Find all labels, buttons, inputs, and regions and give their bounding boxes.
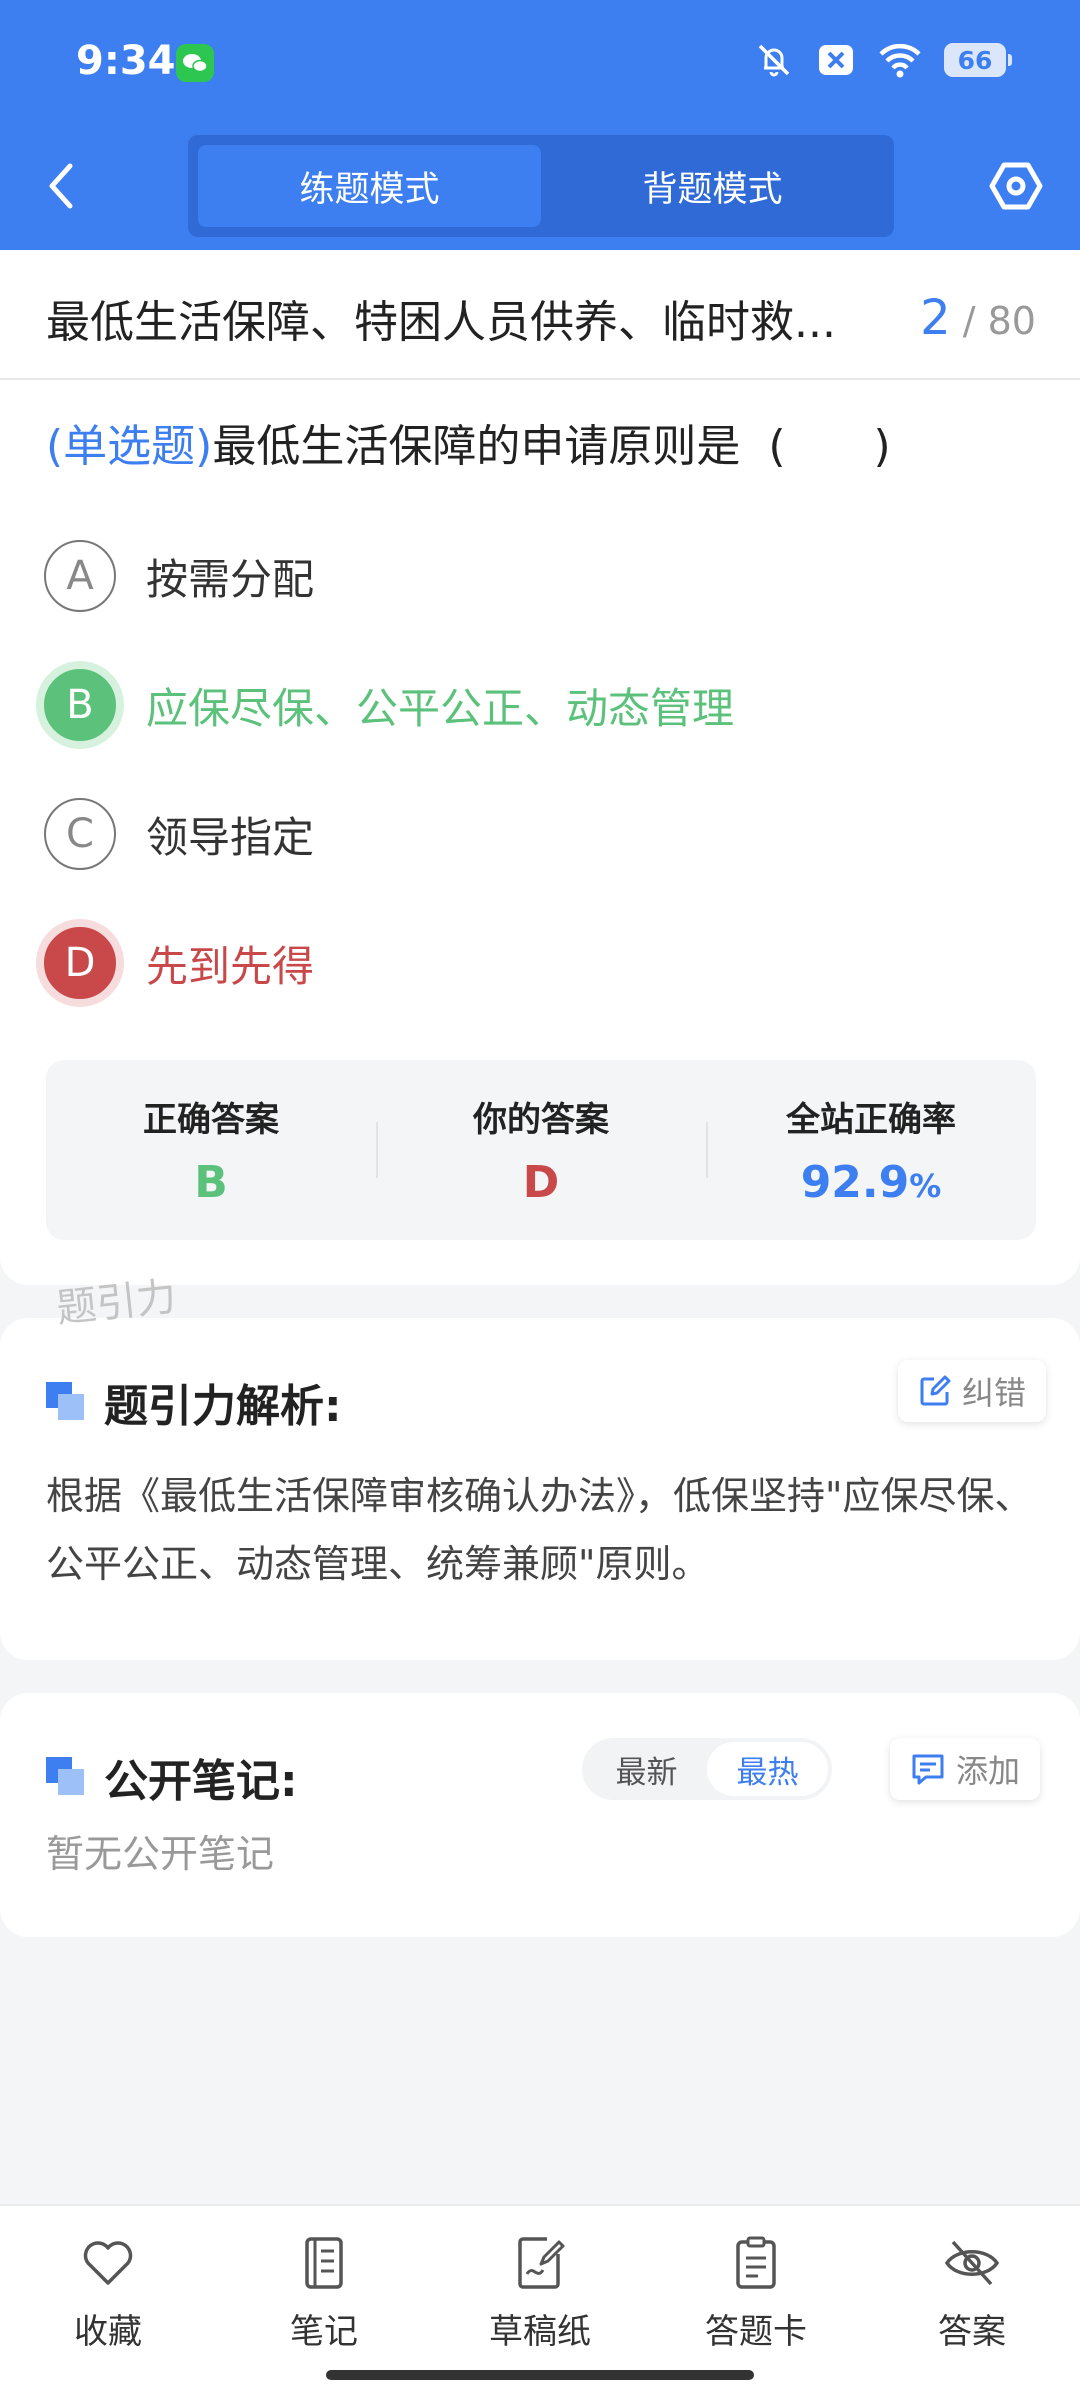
chevron-left-icon — [49, 163, 73, 209]
analysis-header: 题引力解析: — [46, 1370, 342, 1434]
answer-stats: 正确答案 B 你的答案 D 全站正确率 92.9% — [46, 1060, 1036, 1240]
option-a[interactable]: A 按需分配 — [44, 540, 314, 612]
question-counter: 2 / 80 — [920, 290, 1036, 346]
option-text: 领导指定 — [146, 812, 315, 862]
squares-icon — [46, 1757, 86, 1797]
question-blank: ( ) — [768, 421, 891, 472]
wifi-icon — [879, 43, 921, 78]
show-answer-label: 答案 — [938, 2312, 1006, 2352]
report-error-label: 纠错 — [962, 1374, 1027, 1412]
option-letter: C — [44, 798, 116, 870]
notes-header: 公开笔记: — [46, 1745, 298, 1809]
option-text: 应保尽保、公平公正、动态管理 — [146, 683, 735, 733]
heart-icon — [83, 2241, 133, 2285]
show-answer-button[interactable]: 答案 — [864, 2206, 1080, 2400]
stat-label: 你的答案 — [473, 1100, 609, 1140]
close-notification-icon — [819, 45, 853, 75]
tab-practice-mode[interactable]: 练题模式 — [198, 145, 541, 227]
status-icons: 66 — [754, 40, 1012, 80]
answer-card-icon — [736, 2236, 776, 2289]
option-text: 按需分配 — [146, 554, 315, 604]
question-text: 最低生活保障的申请原则是 ( ) — [212, 410, 1036, 474]
notes-title: 公开笔记: — [104, 1756, 298, 1807]
back-button[interactable] — [38, 158, 88, 214]
your-answer-value: D — [522, 1157, 560, 1208]
tab-recite-mode[interactable]: 背题模式 — [541, 145, 884, 227]
option-letter: B — [44, 669, 116, 741]
question-text-content: 最低生活保障的申请原则是 — [212, 421, 741, 472]
comment-icon — [912, 1754, 944, 1785]
question-card: 最低生活保障、特困人员供养、临时救... 2 / 80 (单选题) 最低生活保障… — [0, 250, 1080, 1285]
stat-label: 正确答案 — [143, 1100, 279, 1140]
divider — [0, 378, 1080, 380]
draft-paper-icon — [518, 2237, 565, 2289]
current-question-number: 2 — [920, 290, 951, 346]
option-letter: A — [44, 540, 116, 612]
stat-accuracy-rate: 全站正确率 92.9% — [706, 1060, 1036, 1240]
status-time: 9:34 — [76, 38, 176, 84]
option-d[interactable]: D 先到先得 — [44, 927, 314, 999]
section-title-row: 最低生活保障、特困人员供养、临时救... 2 / 80 — [46, 278, 1036, 358]
stat-label: 全站正确率 — [786, 1100, 956, 1140]
hexagon-settings-icon — [989, 162, 1043, 210]
battery-indicator: 66 — [944, 43, 1012, 77]
analysis-text: 根据《最低生活保障审核确认办法》，低保坚持"应保尽保、公平公正、动态管理、统筹兼… — [46, 1474, 1033, 1586]
notebook-icon — [305, 2237, 343, 2289]
accuracy-unit: % — [909, 1167, 942, 1205]
favorite-button[interactable]: 收藏 — [0, 2206, 216, 2400]
answer-card-label: 答题卡 — [705, 2312, 807, 2352]
stat-your-answer: 你的答案 D — [376, 1060, 706, 1240]
sort-hottest-tab[interactable]: 最热 — [707, 1742, 828, 1796]
app-header: 9:34 66 练题模式 背题模式 — [0, 0, 1080, 250]
favorite-label: 收藏 — [74, 2312, 142, 2352]
analysis-title: 题引力解析: — [104, 1381, 342, 1432]
option-letter: D — [44, 927, 116, 999]
empty-notes-text: 暂无公开笔记 — [46, 1832, 275, 1876]
option-text: 先到先得 — [146, 941, 315, 991]
bell-off-icon — [758, 44, 790, 77]
battery-level: 66 — [957, 45, 993, 75]
accuracy-number: 92.9 — [800, 1157, 910, 1208]
home-indicator[interactable] — [326, 2370, 754, 2380]
mode-switch: 练题模式 背题模式 — [188, 135, 894, 237]
analysis-card: 题引力解析: 纠错 根据《最低生活保障审核确认办法》，低保坚持"应保尽保、公平公… — [0, 1318, 1080, 1660]
total-questions: / 80 — [962, 299, 1036, 343]
notes-sort-switch: 最新 最热 — [582, 1738, 832, 1800]
accuracy-rate-value: 92.9% — [801, 1157, 942, 1208]
notes-label: 笔记 — [290, 2312, 358, 2352]
question-stem: (单选题) 最低生活保障的申请原则是 ( ) — [46, 410, 1036, 474]
option-b[interactable]: B 应保尽保、公平公正、动态管理 — [44, 669, 734, 741]
option-c[interactable]: C 领导指定 — [44, 798, 314, 870]
edit-icon — [920, 1375, 951, 1406]
add-note-label: 添加 — [956, 1752, 1021, 1790]
wechat-notification-icon — [176, 44, 214, 82]
public-notes-card: 公开笔记: 最新 最热 添加 暂无公开笔记 — [0, 1693, 1080, 1937]
draft-paper-label: 草稿纸 — [489, 2312, 591, 2352]
eye-off-icon — [944, 2240, 1000, 2286]
squares-icon — [46, 1382, 86, 1422]
question-type: (单选题) — [46, 421, 213, 472]
section-title: 最低生活保障、特困人员供养、临时救... — [46, 297, 836, 348]
report-error-button[interactable]: 纠错 — [898, 1360, 1047, 1422]
sort-latest-tab[interactable]: 最新 — [586, 1742, 707, 1796]
stat-correct-answer: 正确答案 B — [46, 1060, 376, 1240]
settings-button[interactable] — [988, 158, 1044, 214]
add-note-button[interactable]: 添加 — [890, 1738, 1041, 1800]
correct-answer-value: B — [194, 1157, 228, 1208]
